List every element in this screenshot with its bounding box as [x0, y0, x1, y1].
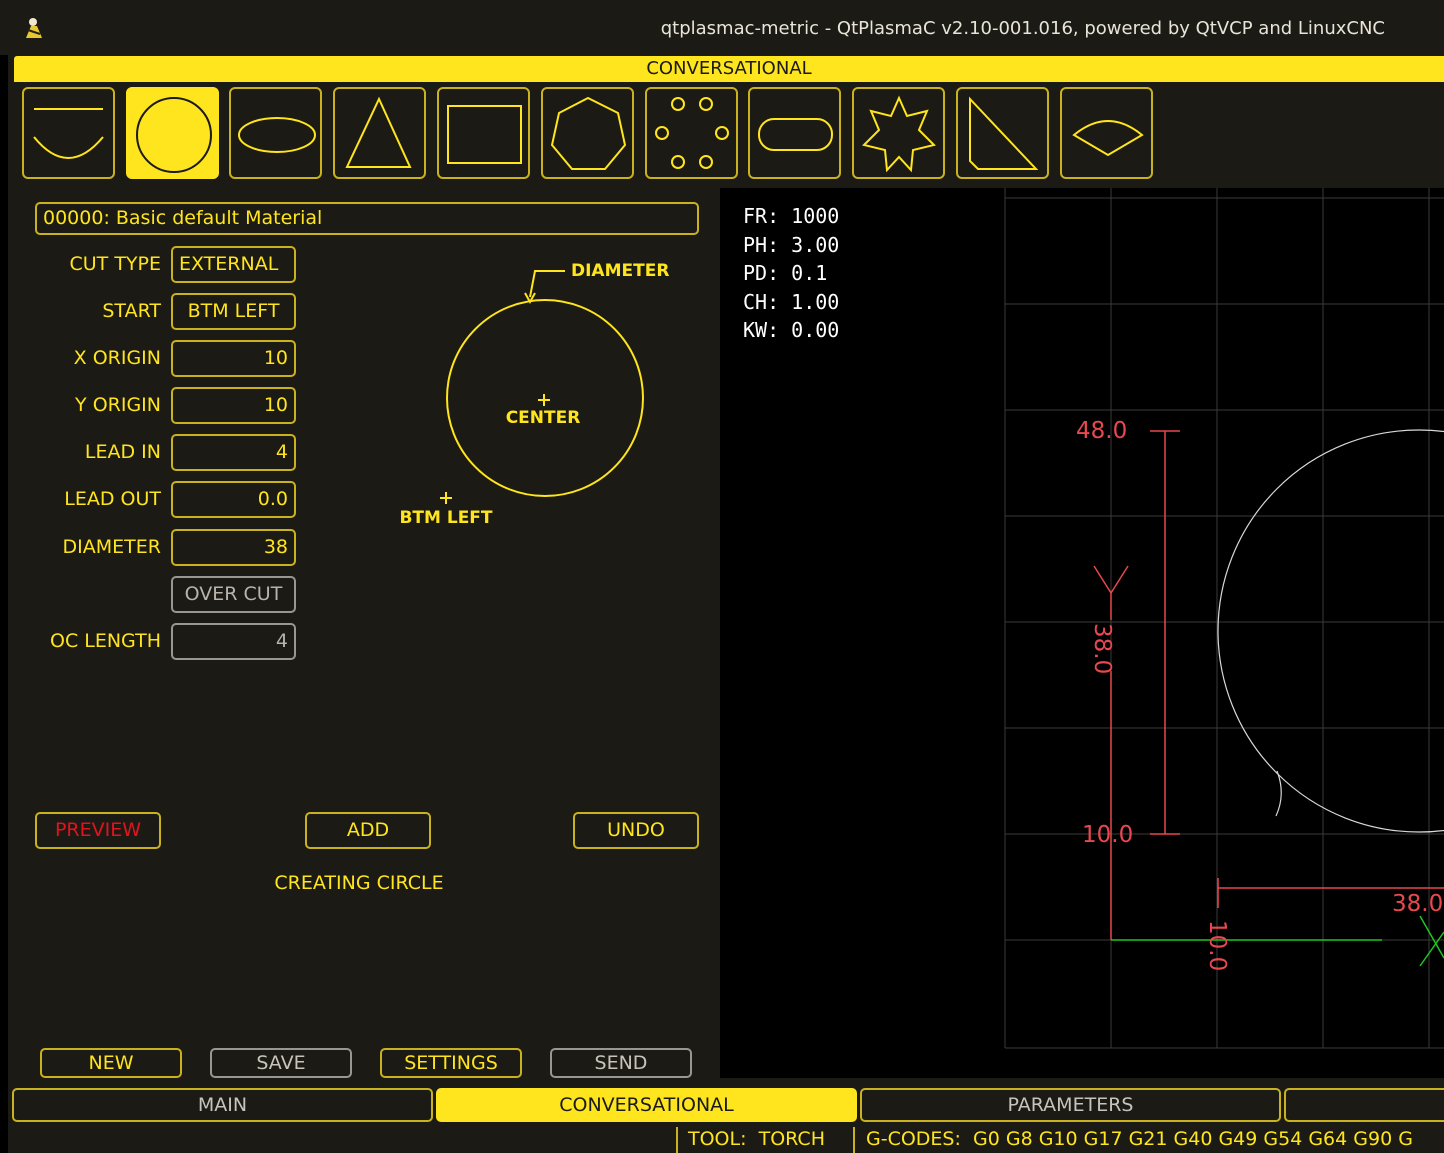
- diagram-btm-left-label: BTM LEFT: [399, 508, 493, 528]
- slot-shape-button[interactable]: [748, 87, 841, 179]
- info-row-kw: KW: 0.00: [743, 318, 839, 342]
- oc-length-input[interactable]: 4: [171, 623, 296, 660]
- oc-length-label: OC LENGTH: [49, 630, 161, 652]
- sector-icon: [1072, 120, 1144, 157]
- info-value: 1000: [791, 204, 840, 228]
- star-icon: [862, 95, 936, 173]
- x-origin-label: X ORIGIN: [73, 347, 161, 369]
- info-row-ch: CH: 1.00: [743, 290, 839, 314]
- dim-x-left: 10.0: [1204, 920, 1230, 972]
- info-value: 0.00: [791, 318, 840, 342]
- lead-in-label: LEAD IN: [84, 441, 161, 463]
- circle-icon: [136, 97, 212, 173]
- dim-y-extent: 38.0: [1089, 623, 1115, 675]
- dim-x-extent: 38.0: [1392, 891, 1444, 917]
- undo-button[interactable]: UNDO: [573, 812, 699, 849]
- status-separator: [853, 1127, 855, 1153]
- tool-status: TOOL: TORCH: [688, 1128, 825, 1150]
- info-key: KW:: [743, 318, 780, 342]
- save-button[interactable]: SAVE: [210, 1048, 352, 1078]
- add-button[interactable]: ADD: [305, 812, 431, 849]
- dim-y-bottom: 10.0: [1082, 822, 1134, 848]
- info-value: 3.00: [791, 233, 840, 257]
- tool-label: TOOL:: [688, 1128, 747, 1150]
- info-value: 1.00: [791, 290, 840, 314]
- lead-in-input[interactable]: 4: [171, 434, 296, 471]
- rectangle-shape-button[interactable]: [437, 87, 530, 179]
- send-button[interactable]: SEND: [550, 1048, 692, 1078]
- start-button[interactable]: BTM LEFT: [171, 293, 296, 330]
- gcodes-label: G-CODES:: [866, 1128, 961, 1150]
- window-title: qtplasmac-metric - QtPlasmaC v2.10-001.0…: [660, 18, 1385, 39]
- line-arc-shape-button[interactable]: [22, 87, 115, 179]
- star-shape-button[interactable]: [852, 87, 945, 179]
- preview-button[interactable]: PREVIEW: [35, 812, 161, 849]
- cut-type-button[interactable]: EXTERNAL: [171, 246, 296, 283]
- header-title: CONVERSATIONAL: [14, 56, 1444, 82]
- tab-statistics[interactable]: [1284, 1088, 1444, 1122]
- tab-main[interactable]: MAIN: [12, 1088, 433, 1122]
- lead-out-input[interactable]: 0.0: [171, 481, 296, 518]
- circle-diagram: [440, 270, 644, 504]
- heptagon-icon: [550, 96, 627, 170]
- gcodes-status: G-CODES: G0 G8 G10 G17 G21 G40 G49 G54 G…: [866, 1128, 1444, 1150]
- x-origin-input[interactable]: 10: [171, 340, 296, 377]
- lead-out-label: LEAD OUT: [64, 488, 161, 510]
- info-key: PD:: [743, 261, 780, 285]
- info-key: CH:: [743, 290, 780, 314]
- window-titlebar: qtplasmac-metric - QtPlasmaC v2.10-001.0…: [0, 0, 1444, 55]
- ellipse-shape-button[interactable]: [229, 87, 322, 179]
- over-cut-button[interactable]: OVER CUT: [171, 576, 296, 613]
- y-origin-input[interactable]: 10: [171, 387, 296, 424]
- diagram-diameter-label: DIAMETER: [571, 261, 670, 281]
- tool-value: TORCH: [758, 1128, 825, 1150]
- polygon-shape-button[interactable]: [541, 87, 634, 179]
- material-select[interactable]: 00000: Basic default Material: [35, 202, 699, 235]
- gusset-shape-button[interactable]: [956, 87, 1049, 179]
- status-separator: [676, 1127, 678, 1153]
- info-value: 0.1: [791, 261, 828, 285]
- info-key: FR:: [743, 204, 780, 228]
- sector-shape-button[interactable]: [1060, 87, 1153, 179]
- triangle-shape-button[interactable]: [333, 87, 426, 179]
- settings-button[interactable]: SETTINGS: [380, 1048, 522, 1078]
- info-row-pd: PD: 0.1: [743, 261, 827, 285]
- bolt-circle-icon: [655, 97, 729, 169]
- bolt-circle-shape-button[interactable]: [645, 87, 738, 179]
- circle-shape-button[interactable]: [126, 87, 219, 179]
- info-row-ph: PH: 3.00: [743, 233, 839, 257]
- diameter-label: DIAMETER: [62, 536, 161, 558]
- gcodes-value: G0 G8 G10 G17 G21 G40 G49 G54 G64 G90 G: [973, 1128, 1413, 1150]
- line-arc-icon: [33, 108, 104, 159]
- rectangle-icon: [447, 105, 522, 164]
- triangle-icon: [345, 96, 412, 168]
- diameter-input[interactable]: 38: [171, 529, 296, 566]
- status-message: CREATING CIRCLE: [274, 872, 444, 894]
- gusset-icon: [969, 96, 1039, 170]
- linuxcnc-app-icon: [26, 18, 42, 38]
- info-row-fr: FR: 1000: [743, 204, 839, 228]
- ellipse-icon: [238, 117, 316, 153]
- cut-type-label: CUT TYPE: [69, 253, 162, 275]
- tab-conversational[interactable]: CONVERSATIONAL: [436, 1088, 857, 1122]
- diagram-center-label: CENTER: [505, 408, 581, 428]
- preview-canvas[interactable]: FR: 1000 PH: 3.00 PD: 0.1 CH: 1.00 KW: 0…: [720, 188, 1444, 1078]
- y-origin-label: Y ORIGIN: [75, 394, 161, 416]
- start-label: START: [102, 300, 161, 322]
- dim-y-top: 48.0: [1076, 418, 1128, 444]
- info-key: PH:: [743, 233, 780, 257]
- new-button[interactable]: NEW: [40, 1048, 182, 1078]
- tab-parameters[interactable]: PARAMETERS: [860, 1088, 1281, 1122]
- slot-icon: [758, 118, 833, 151]
